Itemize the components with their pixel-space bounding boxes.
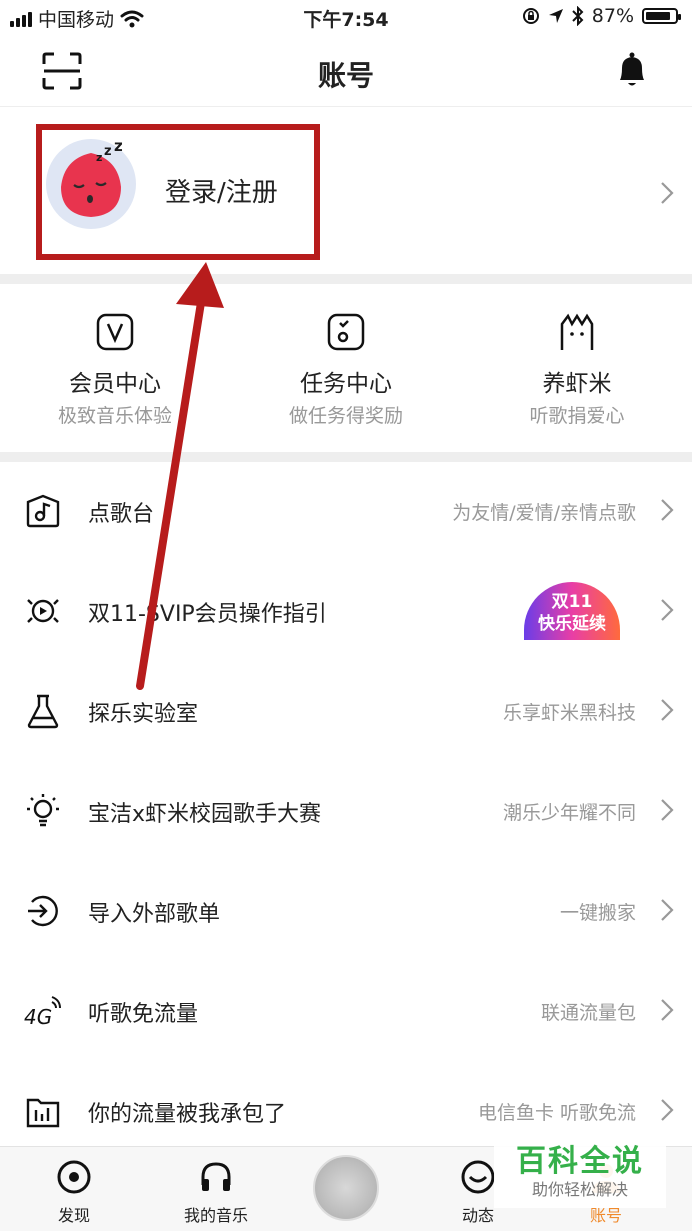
task-icon bbox=[327, 313, 365, 351]
menu-detail: 潮乐少年耀不同 bbox=[502, 802, 636, 824]
section-divider bbox=[0, 274, 692, 284]
tab-my-music[interactable]: 我的音乐 bbox=[156, 1147, 276, 1231]
4g-icon: 4G bbox=[24, 996, 61, 1029]
tab-label: 我的音乐 bbox=[183, 1206, 248, 1225]
chevron-right-icon bbox=[661, 699, 674, 721]
moments-icon bbox=[461, 1160, 495, 1194]
svip-guide-icon bbox=[27, 599, 59, 623]
song-request-icon bbox=[26, 494, 60, 528]
menu-row-free-data[interactable]: 4G 听歌免流量 联通流量包 bbox=[0, 960, 692, 1060]
menu-detail: 联通流量包 bbox=[540, 1002, 636, 1024]
menu-row-song-request[interactable]: 点歌台 为友情/爱情/亲情点歌 bbox=[0, 460, 692, 560]
menu-label: 听歌免流量 bbox=[88, 1002, 199, 1027]
watermark: 百科全说 助你轻松解决 bbox=[494, 1130, 666, 1208]
menu-detail: 电信鱼卡 听歌免流 bbox=[477, 1102, 636, 1124]
highlight-annotation-box bbox=[36, 124, 320, 260]
battery-percent: 87% bbox=[591, 5, 634, 27]
page-title: 账号 bbox=[317, 59, 374, 92]
location-icon bbox=[548, 9, 563, 23]
quick-link-title: 养虾米 bbox=[542, 371, 612, 397]
quick-link-subtitle: 极致音乐体验 bbox=[57, 405, 172, 427]
menu-label: 你的流量被我承包了 bbox=[88, 1102, 287, 1127]
chevron-right-icon bbox=[661, 799, 674, 821]
shrimp-icon bbox=[560, 313, 594, 350]
quick-link-subtitle: 听歌捐爱心 bbox=[529, 405, 625, 427]
chevron-right-icon bbox=[661, 182, 674, 204]
import-icon bbox=[28, 895, 58, 927]
chevron-right-icon bbox=[661, 899, 674, 921]
data-chart-icon bbox=[26, 1098, 60, 1128]
headphones-icon bbox=[201, 1162, 231, 1191]
status-bar: 中国移动 下午7:54 87% bbox=[0, 0, 692, 36]
tab-discover[interactable]: 发现 bbox=[34, 1147, 114, 1231]
double11-badge: 双11 快乐延续 bbox=[524, 582, 620, 640]
badge-line-2: 快乐延续 bbox=[538, 614, 606, 634]
flask-icon bbox=[27, 694, 59, 729]
menu-label: 双11-SVIP会员操作指引 bbox=[88, 602, 327, 627]
menu-row-svip-guide[interactable]: 双11-SVIP会员操作指引 双11 快乐延续 bbox=[0, 560, 692, 660]
vip-v-icon bbox=[96, 313, 134, 351]
quick-link-task-center[interactable]: 任务中心 做任务得奖励 bbox=[231, 284, 461, 452]
menu-label: 探乐实验室 bbox=[88, 702, 199, 727]
svg-text:4G: 4G bbox=[24, 1005, 52, 1029]
quick-links: 会员中心 极致音乐体验 任务中心 做任务得奖励 养虾米 听歌捐爱心 bbox=[0, 284, 692, 452]
tab-label: 发现 bbox=[57, 1206, 90, 1225]
chevron-right-icon bbox=[661, 999, 674, 1021]
quick-link-vip-center[interactable]: 会员中心 极致音乐体验 bbox=[0, 284, 230, 452]
watermark-subtitle: 助你轻松解决 bbox=[531, 1180, 628, 1199]
menu-label: 宝洁x虾米校园歌手大赛 bbox=[88, 802, 322, 827]
menu-label: 点歌台 bbox=[88, 502, 155, 527]
now-playing-disc[interactable] bbox=[313, 1155, 379, 1221]
quick-link-title: 会员中心 bbox=[69, 371, 161, 397]
quick-link-subtitle: 做任务得奖励 bbox=[288, 405, 403, 427]
menu-row-lab[interactable]: 探乐实验室 乐享虾米黑科技 bbox=[0, 660, 692, 760]
rotation-lock-icon bbox=[522, 8, 539, 24]
menu-detail: 为友情/爱情/亲情点歌 bbox=[452, 502, 636, 524]
badge-line-1: 双11 bbox=[551, 592, 593, 612]
menu-detail: 一键搬家 bbox=[559, 902, 636, 924]
nav-bar: 账号 bbox=[0, 36, 692, 107]
discover-icon bbox=[57, 1160, 91, 1194]
quick-link-title: 任务中心 bbox=[300, 371, 392, 397]
lightbulb-icon bbox=[27, 794, 59, 827]
chevron-right-icon bbox=[661, 499, 674, 521]
menu-label: 导入外部歌单 bbox=[88, 902, 221, 927]
bluetooth-icon bbox=[572, 6, 584, 26]
bell-icon[interactable] bbox=[614, 50, 650, 90]
menu-detail: 乐享虾米黑科技 bbox=[502, 702, 636, 724]
quick-link-raise-shrimp[interactable]: 养虾米 听歌捐爱心 bbox=[462, 284, 692, 452]
watermark-title: 百科全说 bbox=[516, 1144, 644, 1179]
chevron-right-icon bbox=[661, 599, 674, 621]
menu-row-singer-contest[interactable]: 宝洁x虾米校园歌手大赛 潮乐少年耀不同 bbox=[0, 760, 692, 860]
menu-row-import-playlist[interactable]: 导入外部歌单 一键搬家 bbox=[0, 860, 692, 960]
battery-icon bbox=[642, 8, 681, 24]
chevron-right-icon bbox=[661, 1099, 674, 1121]
